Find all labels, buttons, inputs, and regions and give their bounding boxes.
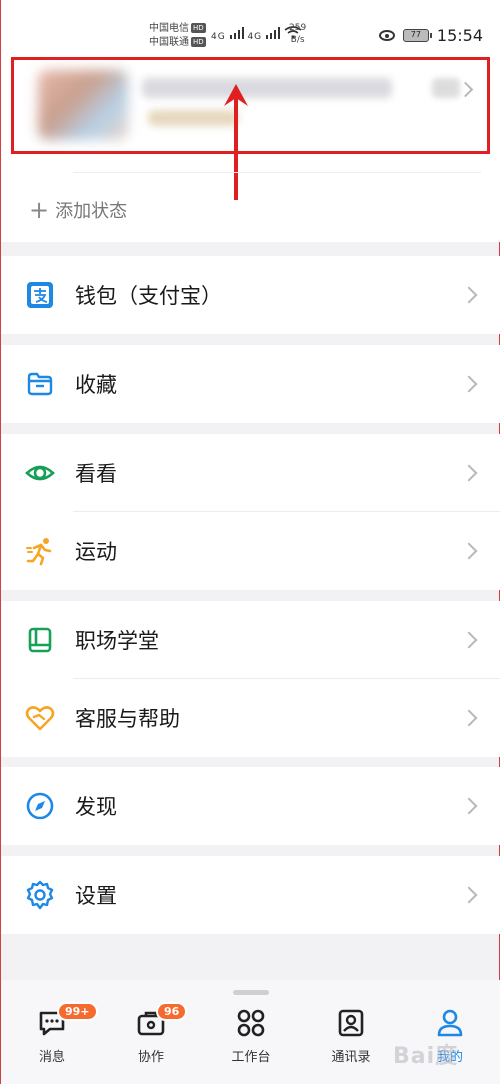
unread-badge: 96 (156, 1002, 188, 1021)
menu-item-wallet[interactable]: 钱包（支付宝） (1, 256, 500, 334)
chevron-right-icon (460, 797, 478, 815)
menu-item-watch[interactable]: 看看 (1, 434, 500, 512)
menu-item-label: 钱包（支付宝） (75, 284, 222, 308)
menu-item-label: 看看 (75, 462, 117, 486)
menu-group-watch-sports: 看看 运动 (1, 434, 500, 590)
chevron-right-icon (457, 81, 474, 98)
add-status-label: 添加状态 (55, 201, 128, 222)
battery-icon: 77 (402, 29, 432, 42)
menu-group-wallet: 钱包（支付宝） (1, 256, 500, 334)
gear-icon (25, 880, 55, 910)
hd-badge: HD (191, 37, 206, 47)
book-icon (25, 625, 55, 655)
annotation-arrow-head-icon (224, 84, 248, 106)
chevron-right-icon (460, 631, 478, 649)
user-name-blurred (142, 78, 392, 98)
carrier-info: 中国电信 HD 中国联通 HD (149, 22, 206, 50)
carrier-1: 中国电信 (149, 23, 189, 34)
contacts-icon (338, 1009, 364, 1037)
menu-item-settings[interactable]: 设置 (1, 856, 500, 934)
watermark-logo: Bai度 (393, 1044, 459, 1069)
chevron-right-icon (460, 709, 478, 727)
chevron-right-icon (460, 286, 478, 304)
hd-badge: HD (191, 23, 206, 33)
chevron-right-icon (460, 886, 478, 904)
chevron-right-icon (460, 464, 478, 482)
plus-icon: + (29, 196, 50, 224)
net-speed-unit: B/s (290, 35, 305, 45)
menu-item-favorites[interactable]: 收藏 (1, 345, 500, 423)
annotation-arrow-shaft (234, 96, 238, 200)
menu-item-label: 运动 (75, 540, 117, 564)
menu-group-discover: 发现 (1, 767, 500, 845)
clock: 15:54 (436, 26, 483, 45)
menu-item-label: 收藏 (75, 373, 117, 397)
user-subtitle-blurred (148, 110, 238, 126)
profile-card: + 添加状态 (1, 52, 500, 242)
signal-strength-icon (229, 27, 244, 39)
tab-label: 工作台 (231, 1050, 271, 1065)
divider (73, 172, 481, 173)
running-icon (25, 536, 55, 566)
eye-comfort-icon (378, 30, 395, 41)
menu-item-label: 客服与帮助 (75, 707, 180, 731)
chevron-right-icon (460, 375, 478, 393)
qr-code-icon[interactable] (432, 78, 460, 98)
drag-handle[interactable] (233, 990, 269, 995)
menu-item-label: 职场学堂 (75, 629, 159, 653)
compass-icon (25, 791, 55, 821)
eye-icon (25, 458, 55, 488)
folder-icon (25, 369, 55, 399)
net-speed: 259 B/s (289, 22, 306, 46)
unread-badge: 99+ (57, 1002, 98, 1021)
net-speed-value: 259 (289, 23, 307, 33)
alipay-icon (25, 280, 55, 310)
tab-label: 协作 (137, 1050, 164, 1065)
menu-item-label: 设置 (75, 884, 117, 908)
add-status-button[interactable]: + 添加状态 (29, 197, 127, 223)
signal-strength-icon (266, 27, 281, 39)
chevron-right-icon (460, 542, 478, 560)
heart-handshake-icon (25, 703, 55, 733)
menu-group-favorites: 收藏 (1, 345, 500, 423)
tab-contacts[interactable]: 通讯录 (311, 1008, 391, 1065)
menu-item-career[interactable]: 职场学堂 (1, 601, 500, 679)
apps-grid-icon (237, 1009, 265, 1037)
person-icon (437, 1009, 463, 1037)
menu-group-career-support: 职场学堂 客服与帮助 (1, 601, 500, 757)
network-type: 4G (247, 32, 263, 42)
status-bar: 中国电信 HD 中国联通 HD 4G 4G 259 B/s 77 15:54 (1, 0, 500, 52)
menu-item-support[interactable]: 客服与帮助 (1, 679, 500, 757)
network-type: 4G (211, 32, 226, 42)
menu-item-discover[interactable]: 发现 (1, 767, 500, 845)
profile-highlight-box[interactable] (11, 57, 490, 154)
tab-label: 通讯录 (331, 1050, 371, 1065)
tab-collaboration[interactable]: 96 协作 (111, 1002, 191, 1065)
tab-messages[interactable]: 99+ 消息 (12, 1002, 98, 1065)
tab-label: 消息 (38, 1050, 65, 1065)
menu-item-sports[interactable]: 运动 (1, 512, 500, 590)
tab-workbench[interactable]: 工作台 (211, 1008, 291, 1065)
avatar[interactable] (38, 70, 128, 140)
menu-item-label: 发现 (75, 795, 117, 819)
carrier-2: 中国联通 (149, 37, 189, 48)
menu-group-settings: 设置 (1, 856, 500, 934)
